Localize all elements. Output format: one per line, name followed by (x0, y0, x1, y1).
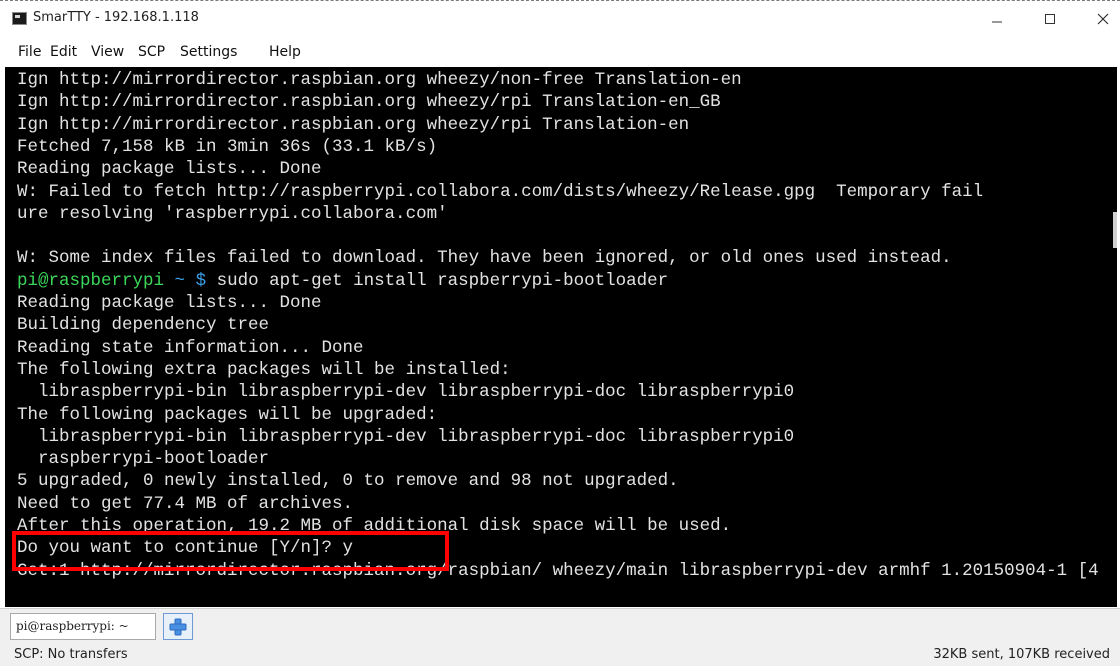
terminal-line: libraspberrypi-bin libraspberrypi-dev li… (17, 382, 795, 403)
prompt-command: sudo apt-get install raspberrypi-bootloa… (216, 270, 669, 291)
menu-scp[interactable]: SCP (138, 44, 165, 60)
terminal-line: Ign http://mirrordirector.raspbian.org w… (17, 70, 742, 90)
terminal-line: Reading package lists... Done (17, 159, 322, 180)
terminal-output[interactable]: Ign http://mirrordirector.raspbian.org w… (5, 67, 1117, 607)
prompt-user-host: pi@raspberrypi (17, 270, 165, 291)
title-bar[interactable]: SmarTTY - 192.168.1.118 (0, 1, 1120, 37)
terminal-line: ure resolving 'raspberrypi.collabora.com… (17, 203, 448, 224)
terminal-line: raspberrypi-bootloader (17, 449, 270, 470)
highlight-box (12, 531, 449, 571)
maximize-button[interactable] (1027, 2, 1073, 36)
terminal-line: Reading package lists... Done (17, 293, 322, 313)
maximize-icon (1045, 14, 1055, 24)
terminal-line: W: Failed to fetch http://raspberrypi.co… (17, 181, 984, 202)
terminal-line: Reading state information... Done (17, 337, 364, 358)
terminal-line: Ign http://mirrordirector.raspbian.org w… (17, 92, 721, 113)
minimize-button[interactable] (974, 2, 1020, 36)
prompt-symbol: $ (195, 270, 207, 291)
terminal-scrollbar[interactable] (1113, 212, 1117, 248)
status-bar: SCP: No transfers 32KB sent, 107KB recei… (0, 644, 1120, 666)
terminal-line: W: Some index files failed to download. … (17, 248, 952, 269)
session-tab-bar: pi@raspberrypi: ~ (0, 608, 1120, 645)
plus-icon (169, 618, 187, 636)
terminal-line: libraspberrypi-bin libraspberrypi-dev li… (17, 426, 795, 447)
menu-edit[interactable]: Edit (50, 44, 77, 60)
prompt-path: ~ (174, 270, 186, 291)
close-icon (1097, 13, 1109, 25)
menu-bar: File Edit View SCP Settings Help (0, 40, 1120, 66)
menu-view[interactable]: View (91, 44, 124, 60)
app-icon (12, 12, 27, 25)
minimize-icon (992, 21, 1002, 23)
menu-settings[interactable]: Settings (180, 44, 237, 60)
menu-file[interactable]: File (18, 44, 41, 60)
prompt-line: pi@raspberrypi ~ $ sudo apt-get install … (17, 270, 668, 292)
window-title: SmarTTY - 192.168.1.118 (33, 10, 199, 25)
terminal-line: Need to get 77.4 MB of archives. (17, 493, 354, 514)
close-button[interactable] (1080, 2, 1120, 36)
terminal-line: Building dependency tree (17, 315, 270, 336)
new-tab-button[interactable] (163, 613, 193, 640)
terminal-line: 5 upgraded, 0 newly installed, 0 to remo… (17, 471, 679, 492)
session-tab[interactable]: pi@raspberrypi: ~ (10, 613, 156, 640)
terminal-line: The following packages will be upgraded: (17, 404, 438, 425)
transfer-stats: 32KB sent, 107KB received (933, 647, 1110, 662)
scp-status: SCP: No transfers (14, 647, 128, 662)
terminal-line: Ign http://mirrordirector.raspbian.org w… (17, 114, 690, 135)
menu-help[interactable]: Help (269, 44, 301, 60)
terminal-line: The following extra packages will be ins… (17, 359, 511, 380)
terminal-line: Fetched 7,158 kB in 3min 36s (33.1 kB/s) (17, 136, 438, 157)
